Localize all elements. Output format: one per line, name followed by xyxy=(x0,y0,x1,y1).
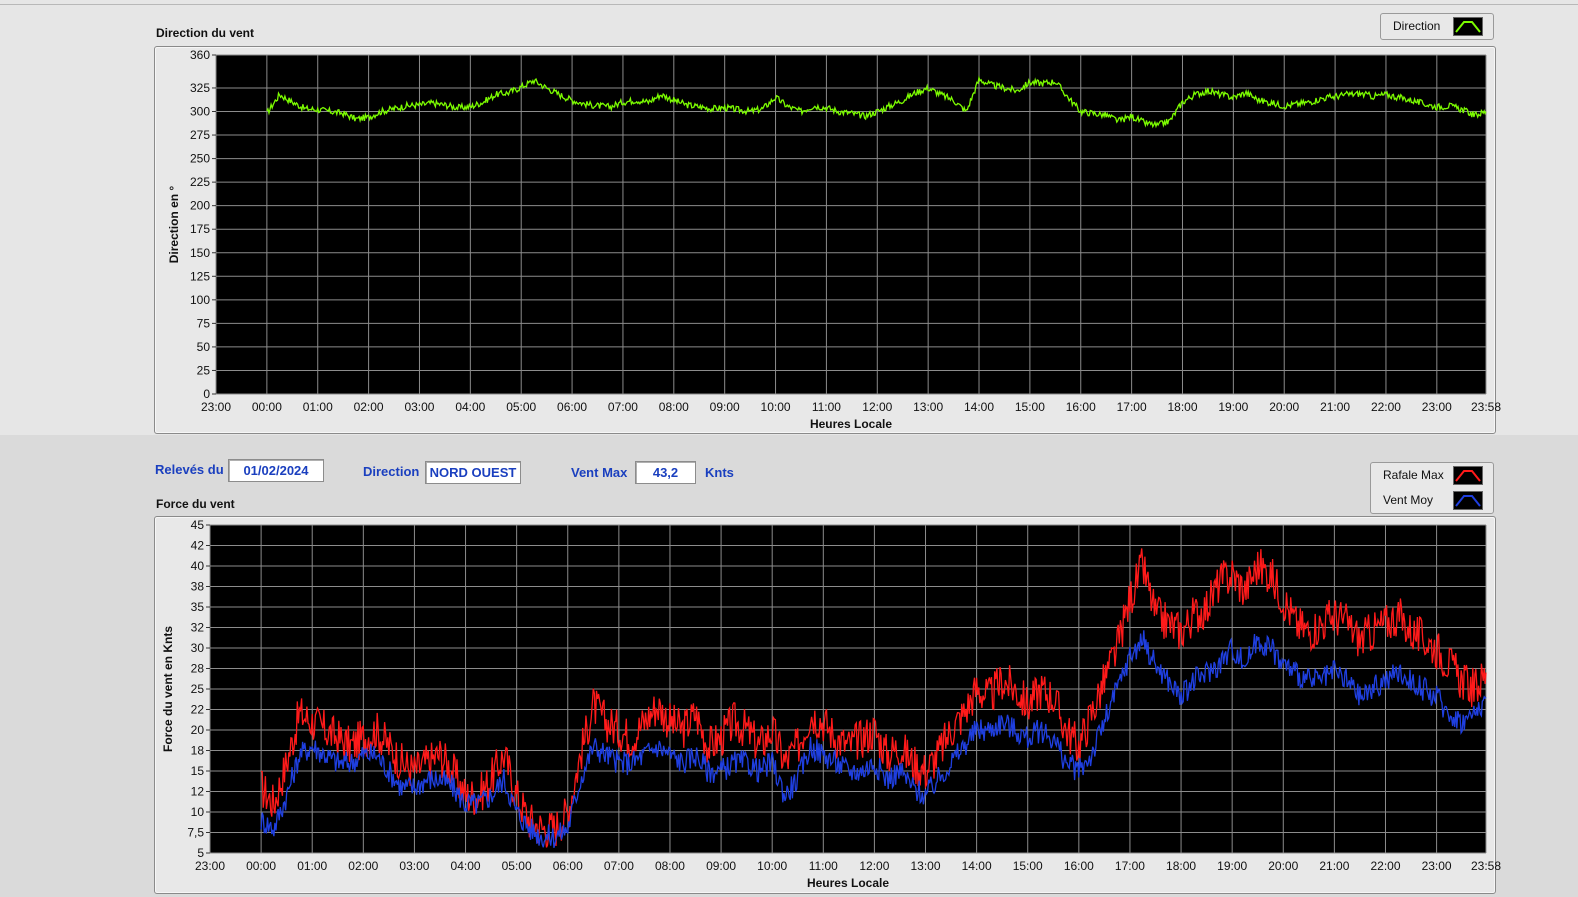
y-tick-label: 25 xyxy=(191,682,205,696)
x-tick-label: 20:00 xyxy=(1268,859,1298,873)
y-tick-label: 32 xyxy=(191,621,205,635)
x-tick-label: 00:00 xyxy=(246,859,276,873)
y-tick-label: 15 xyxy=(191,764,205,778)
y-tick-label: 22 xyxy=(191,703,205,717)
x-tick-label: 22:00 xyxy=(1370,859,1400,873)
y-tick-label: 5 xyxy=(197,846,204,860)
x-tick-label: 14:00 xyxy=(962,859,992,873)
x-tick-label: 11:00 xyxy=(809,859,838,873)
x-tick-label: 16:00 xyxy=(1064,859,1094,873)
y-tick-label: 30 xyxy=(191,641,205,655)
x-tick-label: 23:58 xyxy=(1471,859,1501,873)
x-tick-label: 17:00 xyxy=(1115,859,1145,873)
x-tick-label: 12:00 xyxy=(859,859,889,873)
x-tick-label: 01:00 xyxy=(297,859,327,873)
y-tick-label: 42 xyxy=(191,539,205,553)
y-tick-label: 18 xyxy=(191,744,205,758)
y-axis-title: Force du vent en Knts xyxy=(161,626,175,752)
x-tick-label: 04:00 xyxy=(451,859,481,873)
x-tick-label: 03:00 xyxy=(399,859,429,873)
y-tick-label: 12 xyxy=(191,785,205,799)
y-tick-label: 20 xyxy=(191,723,205,737)
x-tick-label: 02:00 xyxy=(348,859,378,873)
x-tick-label: 10:00 xyxy=(757,859,787,873)
x-tick-label: 06:00 xyxy=(553,859,583,873)
x-tick-label: 07:00 xyxy=(604,859,634,873)
y-tick-label: 45 xyxy=(191,518,205,532)
x-tick-label: 08:00 xyxy=(655,859,685,873)
x-tick-label: 18:00 xyxy=(1166,859,1196,873)
y-tick-label: 28 xyxy=(191,662,205,676)
x-tick-label: 23:00 xyxy=(1422,859,1452,873)
x-tick-label: 19:00 xyxy=(1217,859,1247,873)
x-tick-label: 05:00 xyxy=(502,859,532,873)
y-tick-label: 7,5 xyxy=(187,826,204,840)
x-tick-label: 23:00 xyxy=(195,859,225,873)
y-tick-label: 38 xyxy=(191,580,205,594)
x-tick-label: 21:00 xyxy=(1319,859,1349,873)
y-tick-label: 35 xyxy=(191,600,205,614)
x-axis-title: Heures Locale xyxy=(807,876,889,890)
x-tick-label: 13:00 xyxy=(910,859,940,873)
y-tick-label: 40 xyxy=(191,559,205,573)
force-chart: 23:00 00:00 01:00 02:00 03:00 04:00 05:00 06:00… xyxy=(161,518,1501,890)
y-tick-label: 10 xyxy=(191,805,205,819)
x-tick-label: 09:00 xyxy=(706,859,736,873)
x-tick-label: 15:00 xyxy=(1013,859,1043,873)
